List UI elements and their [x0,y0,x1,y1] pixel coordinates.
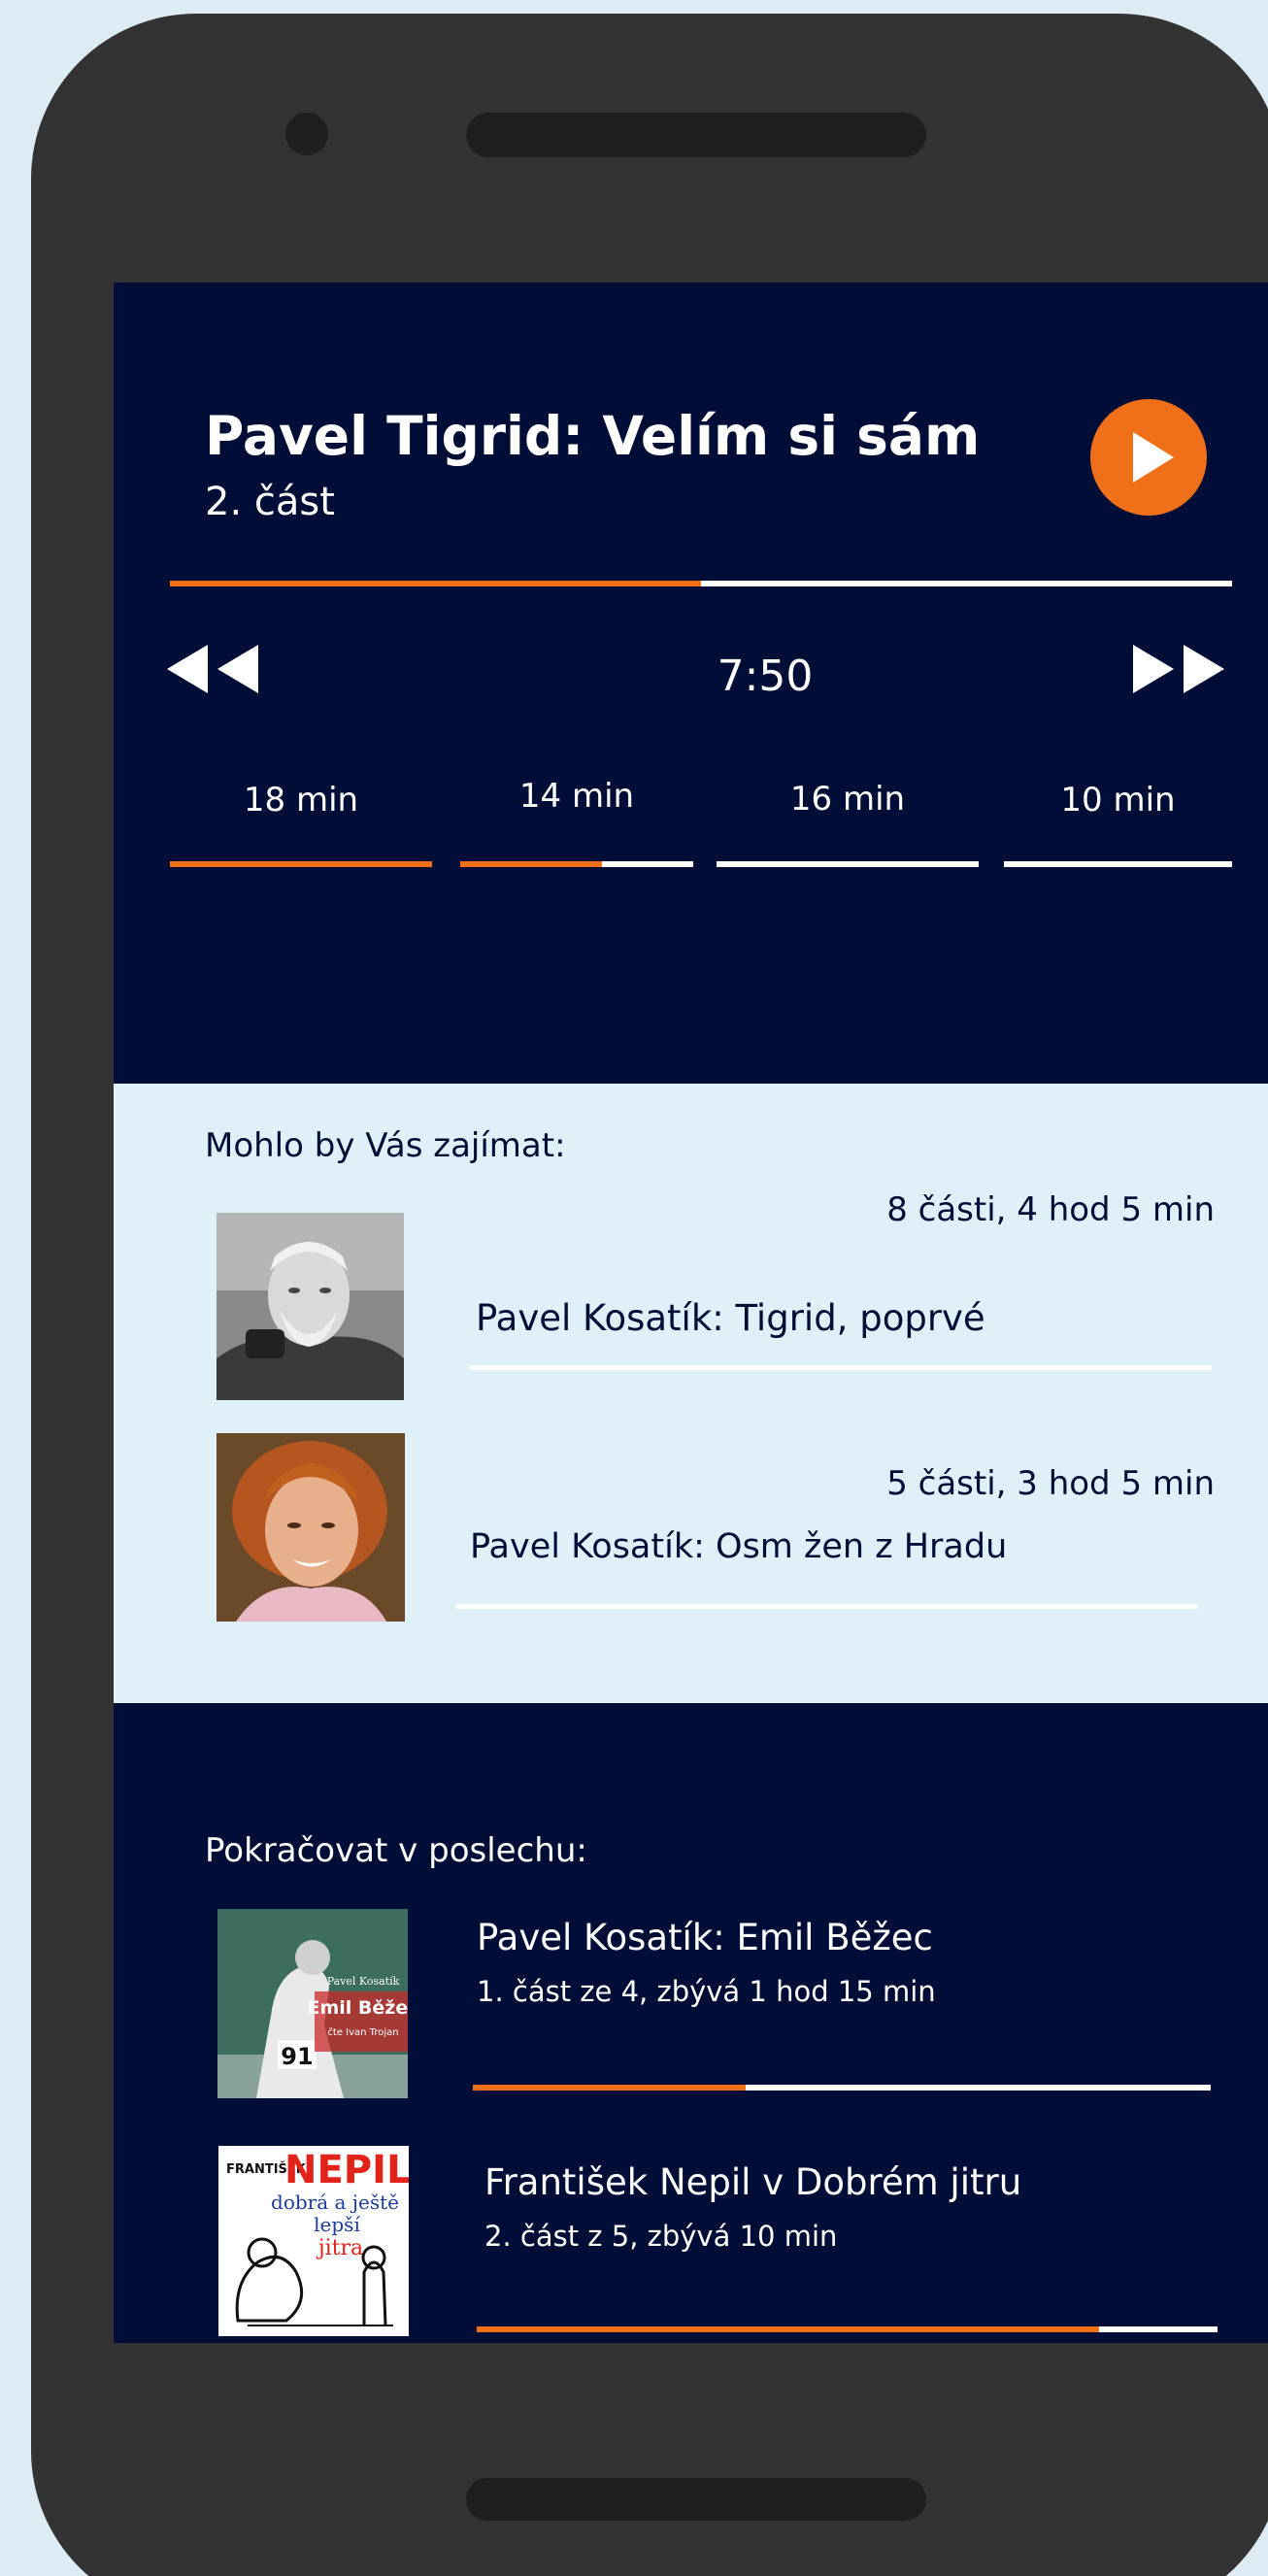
rewind-icon [167,645,208,693]
episode-title: Pavel Tigrid: Velím si sám [205,405,981,467]
front-camera [285,113,328,155]
cover-title: Emil Běžec [308,1997,409,2019]
home-button[interactable] [466,2478,926,2521]
segment-1-label[interactable]: 18 min [170,781,432,820]
episode-part: 2. část [205,480,335,524]
suggestion-2-title[interactable]: Pavel Kosatík: Osm žen z Hradu [470,1527,1007,1566]
continue-1-cover[interactable]: 91 Pavel Kosatík Emil Běžec čte Ivan Tro… [217,1909,408,2098]
book-cover-image: 91 Pavel Kosatík Emil Běžec čte Ivan Tro… [217,1909,408,2098]
main-progress-fill [170,581,701,586]
suggestion-1-title[interactable]: Pavel Kosatík: Tigrid, poprvé [476,1297,985,1339]
cover-line-3: jitra [316,2236,363,2260]
player-section: Pavel Tigrid: Velím si sám 2. část 7:50 … [114,283,1268,1084]
current-time: 7:50 [717,652,814,701]
segment-4-bar[interactable] [1004,861,1232,867]
suggestions-heading: Mohlo by Vás zajímat: [205,1126,566,1165]
suggestion-2-divider [455,1604,1198,1609]
play-button[interactable] [1090,399,1207,516]
continue-1-progress-fill [473,2085,747,2091]
phone-frame: Pavel Tigrid: Velím si sám 2. část 7:50 … [31,14,1268,2576]
continue-2-progress-fill [477,2326,1099,2332]
suggestions-section: Mohlo by Vás zajímat: 8 části, 4 hod 5 m… [114,1084,1268,1703]
segment-4-label[interactable]: 10 min [1004,781,1232,820]
suggestion-1-divider [469,1365,1212,1370]
segment-2-label[interactable]: 14 min [460,777,693,816]
continue-2-cover[interactable]: FRANTIŠEK NEPIL dobrá a ještě lepší jitr… [218,2146,409,2336]
segment-1-fill [170,861,432,867]
fast-forward-icon [1184,645,1224,693]
segment-3-label[interactable]: 16 min [717,780,979,819]
cover-line-2: lepší [314,2213,360,2236]
cover-title: NEPIL [284,2148,409,2192]
segment-2-fill [460,861,603,867]
rewind-button[interactable] [167,640,264,698]
suggestion-1-meta: 8 části, 4 hod 5 min [886,1190,1215,1229]
cover-author: Pavel Kosatík [327,1975,400,1988]
continue-1-subtitle: 1. část ze 4, zbývá 1 hod 15 min [477,1975,936,2008]
app-screen: Pavel Tigrid: Velím si sám 2. část 7:50 … [114,283,1268,2343]
main-progress-bar[interactable] [170,581,1232,586]
earpiece-speaker [466,113,926,157]
suggestion-2-thumbnail[interactable] [217,1433,405,1622]
segment-2-bar[interactable] [460,861,693,867]
rewind-icon [217,645,258,693]
suggestion-2-meta: 5 části, 3 hod 5 min [886,1464,1215,1503]
portrait-image [217,1213,404,1400]
continue-2-title[interactable]: František Nepil v Dobrém jitru [484,2161,1021,2203]
continue-heading: Pokračovat v poslechu: [205,1831,587,1870]
book-cover-image: FRANTIŠEK NEPIL dobrá a ještě lepší jitr… [218,2146,409,2336]
cover-line-1: dobrá a ještě [271,2191,399,2214]
play-icon [1133,432,1174,483]
fast-forward-icon [1133,645,1174,693]
segment-3-bar[interactable] [717,861,979,867]
segment-1-bar[interactable] [170,861,432,867]
continue-1-title[interactable]: Pavel Kosatík: Emil Běžec [477,1917,933,1958]
continue-2-progress[interactable] [477,2326,1218,2332]
suggestion-1-thumbnail[interactable] [217,1213,404,1400]
continue-2-subtitle: 2. část z 5, zbývá 10 min [484,2220,838,2253]
portrait-image [217,1433,405,1622]
cover-reader: čte Ivan Trojan [327,2026,398,2038]
continue-section: Pokračovat v poslechu: 91 Pavel Kosatík … [114,1703,1268,2343]
fast-forward-button[interactable] [1133,640,1230,698]
svg-text:91: 91 [281,2043,313,2070]
continue-1-progress[interactable] [473,2085,1211,2091]
